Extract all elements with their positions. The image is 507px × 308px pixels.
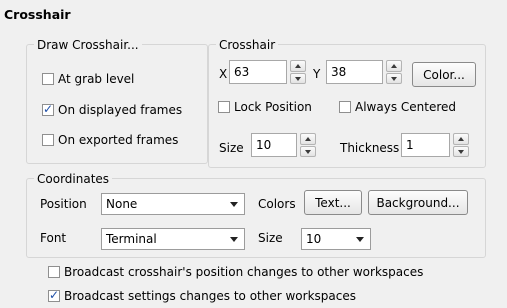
- broadcast-settings-label: Broadcast settings changes to other work…: [64, 289, 356, 303]
- font-select-value: Terminal: [106, 232, 157, 246]
- on-exported-frames-checkbox[interactable]: On exported frames: [42, 133, 178, 147]
- size-input[interactable]: 10: [251, 133, 297, 157]
- always-centered-checkbox[interactable]: Always Centered: [339, 100, 456, 114]
- at-grab-level-checkbox[interactable]: At grab level: [42, 72, 134, 86]
- position-select-value: None: [106, 197, 138, 211]
- x-up-arrow-icon[interactable]: [290, 60, 306, 72]
- position-label: Position: [40, 197, 87, 211]
- crosshair-legend: Crosshair: [216, 38, 279, 52]
- size-up-arrow-icon[interactable]: [300, 133, 316, 145]
- broadcast-position-checkbox[interactable]: Broadcast crosshair's position changes t…: [48, 265, 423, 279]
- on-exported-frames-label: On exported frames: [58, 133, 179, 147]
- colors-label: Colors: [258, 197, 296, 211]
- y-up-arrow-icon[interactable]: [386, 60, 402, 72]
- thickness-input[interactable]: 1: [401, 133, 450, 157]
- x-input[interactable]: 63: [229, 60, 287, 84]
- lock-position-checkbox[interactable]: Lock Position: [218, 100, 312, 114]
- chevron-down-icon: [230, 202, 238, 207]
- lock-position-label: Lock Position: [234, 100, 312, 114]
- at-grab-level-label: At grab level: [58, 72, 135, 86]
- coord-size-label: Size: [258, 231, 283, 245]
- font-label: Font: [40, 231, 67, 245]
- font-select[interactable]: Terminal: [101, 228, 245, 250]
- broadcast-position-label: Broadcast crosshair's position changes t…: [64, 265, 424, 279]
- chevron-down-icon: [356, 237, 364, 242]
- thickness-up-arrow-icon[interactable]: [453, 133, 469, 145]
- coord-size-select[interactable]: 10: [301, 228, 371, 250]
- size-label: Size: [219, 141, 244, 155]
- x-label: X: [219, 67, 228, 81]
- on-displayed-frames-label: On displayed frames: [58, 103, 183, 117]
- text-color-button[interactable]: Text...: [304, 190, 362, 215]
- section-title: Crosshair: [4, 7, 71, 22]
- color-button[interactable]: Color...: [412, 62, 476, 87]
- thickness-down-arrow-icon[interactable]: [453, 145, 469, 157]
- always-centered-label: Always Centered: [355, 100, 457, 114]
- broadcast-settings-checkbox[interactable]: Broadcast settings changes to other work…: [48, 288, 356, 303]
- broadcast-position-box[interactable]: [48, 266, 60, 278]
- on-displayed-frames-box[interactable]: [42, 102, 54, 116]
- y-input[interactable]: 38: [326, 60, 383, 84]
- y-spinner[interactable]: 38: [326, 60, 402, 84]
- thickness-spinner[interactable]: 1: [401, 133, 469, 157]
- lock-position-box[interactable]: [218, 101, 230, 113]
- coord-size-select-value: 10: [306, 232, 322, 246]
- chevron-down-icon: [230, 237, 238, 242]
- on-exported-frames-box[interactable]: [42, 134, 54, 146]
- y-label: Y: [313, 67, 321, 81]
- y-down-arrow-icon[interactable]: [386, 72, 402, 84]
- always-centered-box[interactable]: [339, 101, 351, 113]
- x-spinner[interactable]: 63: [229, 60, 306, 84]
- position-select[interactable]: None: [101, 193, 245, 215]
- background-color-button[interactable]: Background...: [368, 190, 468, 215]
- coordinates-legend: Coordinates: [34, 172, 113, 186]
- at-grab-level-box[interactable]: [42, 73, 54, 85]
- x-down-arrow-icon[interactable]: [290, 72, 306, 84]
- size-down-arrow-icon[interactable]: [300, 145, 316, 157]
- size-spinner[interactable]: 10: [251, 133, 316, 157]
- thickness-label: Thickness: [340, 141, 400, 155]
- broadcast-settings-box[interactable]: [48, 288, 60, 302]
- draw-crosshair-legend: Draw Crosshair...: [34, 38, 142, 52]
- on-displayed-frames-checkbox[interactable]: On displayed frames: [42, 102, 183, 117]
